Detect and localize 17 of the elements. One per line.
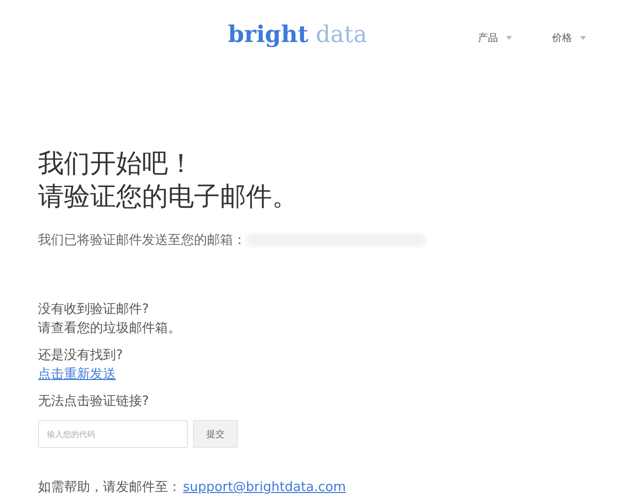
logo[interactable]: bright data: [228, 20, 368, 50]
help-text: 请查看您的垃圾邮件箱。: [38, 320, 181, 338]
caret-icon: [580, 36, 586, 40]
footer-text: 如需帮助，请发邮件至：: [38, 480, 181, 496]
help-text: 无法点击验证链接?: [38, 393, 149, 411]
help-text: 没有收到验证邮件?: [38, 301, 149, 319]
nav-menu[interactable]: 产品: [478, 31, 512, 45]
submit-button[interactable]: 提交: [193, 420, 238, 448]
code-input[interactable]: 输入您的代码: [38, 420, 188, 448]
page-heading: 我们开始吧！: [38, 148, 194, 181]
page-heading: 请验证您的电子邮件。: [38, 181, 298, 214]
help-text: 还是没有找到?: [38, 347, 123, 365]
nav-menu[interactable]: 价格: [552, 31, 586, 45]
caret-icon: [506, 36, 512, 40]
resend-link[interactable]: 点击重新发送: [38, 365, 116, 384]
support-email-link[interactable]: support@brightdata.com: [183, 480, 346, 496]
sent-notice: 我们已将验证邮件发送至您的邮箱：: [38, 232, 246, 249]
